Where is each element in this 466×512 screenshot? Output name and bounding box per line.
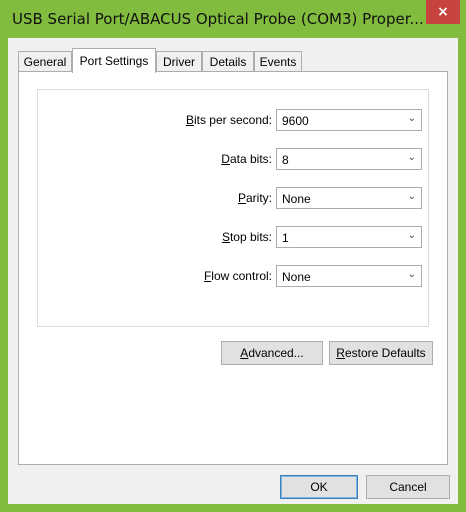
stop-bits-select[interactable]: 1 ⌄ (276, 226, 422, 248)
bits-per-second-select[interactable]: 9600 ⌄ (276, 109, 422, 131)
chevron-down-icon: ⌄ (407, 152, 416, 163)
flow-control-value: None (282, 270, 311, 284)
bits-per-second-value: 9600 (282, 114, 309, 128)
flow-control-label: Flow control: (203, 269, 272, 283)
chevron-down-icon: ⌄ (407, 269, 416, 280)
parity-value: None (282, 192, 311, 206)
data-bits-row: Data bits: 8 ⌄ (38, 148, 428, 170)
parity-label: Parity: (237, 191, 272, 205)
tab-port-settings[interactable]: Port Settings (72, 48, 156, 73)
parity-select[interactable]: None ⌄ (276, 187, 422, 209)
bits-per-second-row: Bits per second: 9600 ⌄ (38, 109, 428, 131)
advanced-button[interactable]: Advanced... (221, 341, 323, 365)
chevron-down-icon: ⌄ (407, 113, 416, 124)
restore-defaults-button[interactable]: Restore Defaults (329, 341, 433, 365)
properties-window: USB Serial Port/ABACUS Optical Probe (CO… (0, 0, 466, 512)
ok-button[interactable]: OK (280, 475, 358, 499)
tab-details[interactable]: Details (202, 51, 254, 71)
data-bits-label: Data bits: (221, 152, 272, 166)
cancel-button[interactable]: Cancel (366, 475, 450, 499)
close-icon[interactable]: × (426, 0, 460, 24)
bits-per-second-label: Bits per second: (185, 113, 272, 127)
port-settings-panel: Bits per second: 9600 ⌄ Data bits: 8 ⌄ P… (18, 71, 448, 465)
flow-control-row: Flow control: None ⌄ (38, 265, 428, 287)
data-bits-select[interactable]: 8 ⌄ (276, 148, 422, 170)
data-bits-value: 8 (282, 153, 289, 167)
dialog-client: General Port Settings Driver Details Eve… (8, 38, 458, 504)
window-title: USB Serial Port/ABACUS Optical Probe (CO… (12, 10, 424, 28)
stop-bits-value: 1 (282, 231, 289, 245)
tab-events[interactable]: Events (254, 51, 302, 71)
tab-driver[interactable]: Driver (156, 51, 202, 71)
flow-control-select[interactable]: None ⌄ (276, 265, 422, 287)
settings-group: Bits per second: 9600 ⌄ Data bits: 8 ⌄ P… (37, 89, 429, 327)
stop-bits-row: Stop bits: 1 ⌄ (38, 226, 428, 248)
chevron-down-icon: ⌄ (407, 191, 416, 202)
parity-row: Parity: None ⌄ (38, 187, 428, 209)
stop-bits-label: Stop bits: (221, 230, 272, 244)
chevron-down-icon: ⌄ (407, 230, 416, 241)
tab-general[interactable]: General (18, 51, 72, 71)
